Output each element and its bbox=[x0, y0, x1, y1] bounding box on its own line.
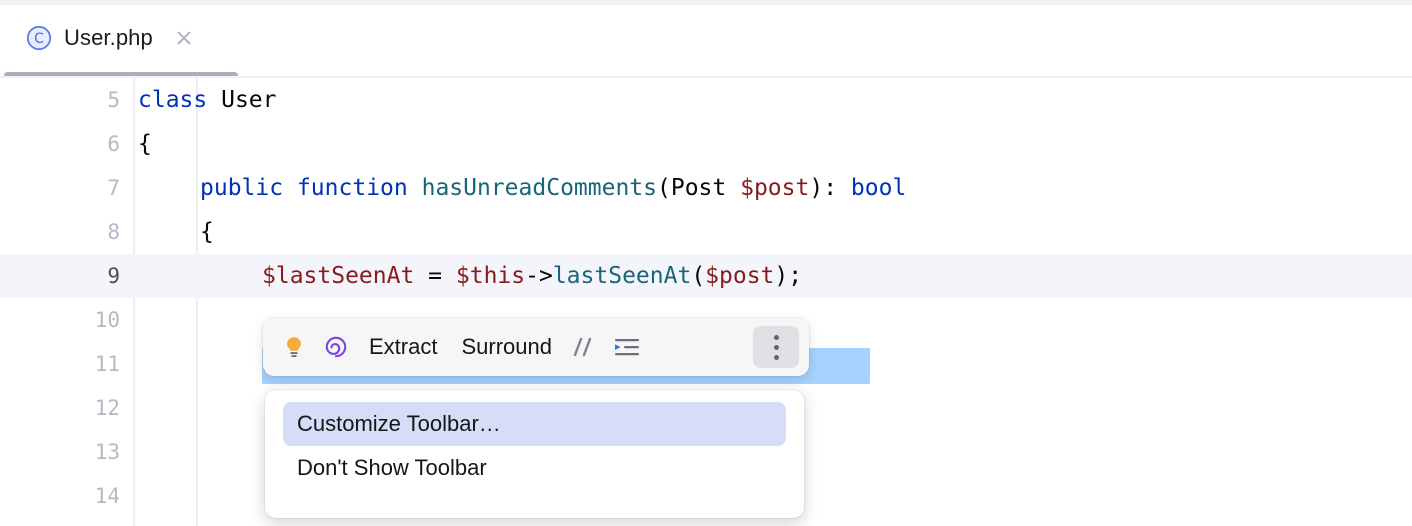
svg-text:C: C bbox=[34, 31, 44, 47]
code-token: $lastSeenAt bbox=[262, 263, 415, 289]
floating-code-toolbar[interactable]: Extract Surround bbox=[263, 318, 809, 376]
code-token: ): bbox=[809, 175, 851, 201]
code-line-text: { bbox=[138, 122, 152, 166]
line-number: 8 bbox=[107, 220, 120, 244]
code-token: = bbox=[414, 263, 456, 289]
code-token: $post bbox=[705, 263, 775, 289]
editor-tab-bar: C User.php bbox=[0, 0, 1412, 79]
code-token: public bbox=[200, 175, 284, 201]
code-line-row[interactable]: 6{ bbox=[0, 122, 1412, 166]
more-options-icon[interactable] bbox=[753, 326, 799, 368]
code-token: ( bbox=[691, 263, 706, 289]
line-number: 13 bbox=[94, 440, 120, 464]
menu-item-customize-toolbar[interactable]: Customize Toolbar… bbox=[283, 402, 786, 446]
line-number: 9 bbox=[107, 264, 120, 288]
code-line-text: { bbox=[200, 210, 214, 254]
code-line-row[interactable]: 7 public function hasUnreadComments(Post … bbox=[0, 166, 1412, 210]
line-number: 14 bbox=[94, 484, 120, 508]
line-number: 10 bbox=[94, 308, 120, 332]
menu-item-dont-show-toolbar[interactable]: Don't Show Toolbar bbox=[283, 446, 786, 490]
code-token: $post bbox=[740, 175, 810, 201]
line-number: 5 bbox=[107, 88, 120, 112]
code-line-row[interactable]: 5 class User bbox=[0, 78, 1412, 122]
code-token: { bbox=[200, 219, 214, 245]
code-line-row[interactable]: 9 $lastSeenAt = $this->lastSeenAt($post); bbox=[0, 254, 1412, 298]
code-token: hasUnreadComments bbox=[421, 175, 657, 201]
editor-tab-user-php[interactable]: C User.php bbox=[10, 5, 209, 71]
code-token: function bbox=[296, 175, 408, 201]
line-number: 6 bbox=[107, 132, 120, 156]
line-number: 7 bbox=[107, 176, 120, 200]
line-number: 12 bbox=[94, 396, 120, 420]
more-dot bbox=[773, 334, 779, 340]
extract-button[interactable]: Extract bbox=[357, 326, 449, 368]
code-token: class bbox=[138, 87, 208, 113]
code-token: lastSeenAt bbox=[552, 263, 692, 289]
code-token: -> bbox=[525, 263, 553, 289]
code-token: ( bbox=[657, 175, 671, 201]
php-class-icon: C bbox=[26, 25, 52, 51]
phpstorm-editor-window: C User.php 5 class User 6{7 public function… bbox=[0, 0, 1412, 526]
code-line-text: class User bbox=[138, 78, 277, 122]
comment-slashes-icon[interactable] bbox=[564, 326, 606, 368]
code-line-text: $lastSeenAt = $this->lastSeenAt($post); bbox=[262, 254, 802, 298]
lightbulb-icon[interactable] bbox=[273, 326, 315, 368]
ai-assistant-spiral-icon[interactable] bbox=[315, 326, 357, 368]
tab-strip-background bbox=[0, 0, 1412, 5]
code-token: { bbox=[138, 131, 152, 157]
line-number: 11 bbox=[94, 352, 120, 376]
code-token: $this bbox=[455, 263, 526, 289]
code-line-row[interactable]: 8{ bbox=[0, 210, 1412, 254]
code-token: ); bbox=[774, 263, 803, 289]
code-token: Post bbox=[670, 175, 727, 201]
code-token: User bbox=[207, 87, 277, 113]
more-dot bbox=[773, 354, 779, 360]
toolbar-context-menu[interactable]: Customize Toolbar… Don't Show Toolbar bbox=[265, 390, 804, 518]
code-line-text: public function hasUnreadComments(Post $… bbox=[200, 166, 906, 210]
surround-button[interactable]: Surround bbox=[449, 326, 564, 368]
close-icon[interactable] bbox=[173, 27, 195, 49]
tab-filename: User.php bbox=[64, 25, 153, 50]
reformat-indent-icon[interactable] bbox=[606, 326, 648, 368]
code-token: bool bbox=[850, 175, 907, 201]
more-dot bbox=[773, 344, 779, 350]
